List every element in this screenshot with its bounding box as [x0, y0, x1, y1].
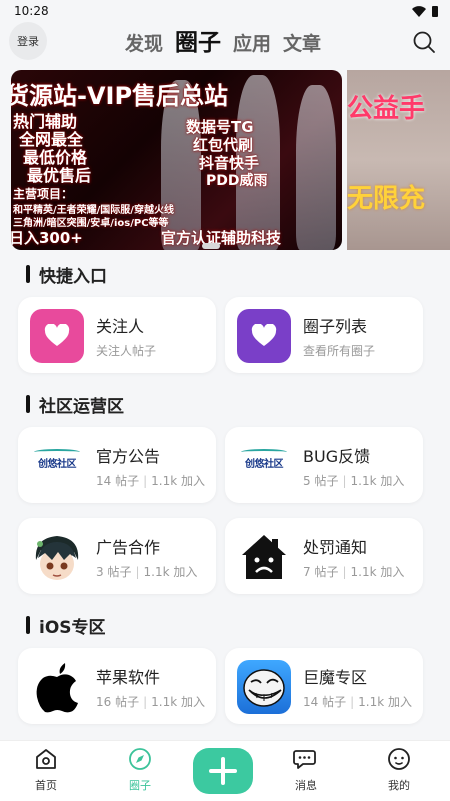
nav-profile[interactable]: 我的	[369, 747, 429, 801]
card-official-announcement[interactable]: 创悠社区 官方公告 14 帖子 | 1.1k 加入	[18, 427, 216, 503]
card-stats: 5 帖子 | 1.1k 加入	[303, 474, 405, 488]
card-stats: 14 帖子 | 1.1k 加入	[96, 474, 205, 488]
trollface-icon	[237, 660, 291, 714]
section-title-quick: 快捷入口	[26, 264, 107, 287]
banner-text: 货源站-VIP售后总站	[11, 82, 229, 110]
card-ad-cooperation[interactable]: 广告合作 3 帖子 | 1.1k 加入	[18, 518, 216, 594]
card-apple-software[interactable]: 苹果软件 16 帖子 | 1.1k 加入	[18, 648, 216, 724]
nav-label: 首页	[35, 779, 57, 792]
banner-text: 日入300+	[11, 229, 83, 247]
banner-figure	[296, 85, 336, 250]
nav-label: 圈子	[129, 779, 151, 792]
heart-icon	[30, 309, 84, 363]
search-icon[interactable]	[412, 30, 436, 54]
card-title: 官方公告	[96, 447, 161, 466]
message-icon	[293, 750, 316, 769]
compass-icon	[129, 748, 151, 770]
chuangyou-logo-icon: 创悠社区	[237, 439, 291, 493]
card-title: 关注人	[96, 317, 145, 336]
card-stats: 16 帖子 | 1.1k 加入	[96, 695, 205, 709]
banner-text: 官方认证辅助科技	[161, 229, 282, 247]
banner-text: 最优售后	[27, 166, 92, 185]
login-button[interactable]: 登录	[9, 22, 47, 60]
card-circle-list[interactable]: 圈子列表 查看所有圈子	[225, 297, 423, 373]
card-stats: 7 帖子 | 1.1k 加入	[303, 565, 405, 579]
status-time: 10:28	[14, 4, 49, 18]
card-title: 巨魔专区	[303, 668, 368, 687]
banner-carousel[interactable]: 货源站-VIP售后总站 热门辅助 全网最全 最低价格 最优售后 数据号TG 红包…	[0, 70, 450, 250]
card-stats: 3 帖子 | 1.1k 加入	[96, 565, 198, 579]
plus-icon	[209, 757, 237, 785]
card-title: 圈子列表	[303, 317, 368, 336]
heart-icon	[237, 309, 291, 363]
anime-avatar-icon	[30, 530, 84, 584]
banner-main-image[interactable]: 货源站-VIP售后总站 热门辅助 全网最全 最低价格 最优售后 数据号TG 红包…	[11, 70, 342, 250]
top-tabs: 发现 圈子 应用 文章	[125, 22, 321, 62]
banner-side-text: 公益手	[347, 94, 426, 124]
card-following[interactable]: 关注人 关注人帖子	[18, 297, 216, 373]
nav-label: 消息	[295, 779, 317, 792]
card-title: 处罚通知	[303, 538, 368, 557]
tab-articles[interactable]: 文章	[283, 29, 321, 62]
section-title-ios: iOS专区	[26, 615, 106, 638]
nav-label: 我的	[388, 779, 410, 792]
profile-icon	[388, 748, 410, 770]
bottom-navigation: 首页 圈子 消息 我的	[0, 740, 450, 801]
add-post-button[interactable]	[193, 748, 253, 794]
banner-indicator	[202, 243, 220, 249]
card-trollstore-zone[interactable]: 巨魔专区 14 帖子 | 1.1k 加入	[225, 648, 423, 724]
card-title: 苹果软件	[96, 668, 161, 687]
card-bug-feedback[interactable]: 创悠社区 BUG反馈 5 帖子 | 1.1k 加入	[225, 427, 423, 503]
card-title: 广告合作	[96, 538, 161, 557]
section-title-community: 社区运营区	[26, 394, 124, 417]
nav-home[interactable]: 首页	[16, 747, 76, 801]
banner-text: 主营项目：	[13, 187, 74, 201]
card-penalty-notice[interactable]: 处罚通知 7 帖子 | 1.1k 加入	[225, 518, 423, 594]
home-icon	[36, 749, 56, 769]
tab-discover[interactable]: 发现	[125, 29, 163, 62]
chuangyou-logo-icon: 创悠社区	[30, 439, 84, 493]
banner-side-text: 无限充	[347, 184, 426, 214]
top-bar: 登录 发现 圈子 应用 文章	[0, 22, 450, 64]
nav-messages[interactable]: 消息	[276, 747, 336, 801]
tab-apps[interactable]: 应用	[233, 29, 271, 62]
card-subtitle: 关注人帖子	[96, 344, 157, 358]
card-title: BUG反馈	[303, 447, 371, 466]
nav-circles[interactable]: 圈子	[110, 747, 170, 801]
wifi-icon	[412, 5, 426, 17]
sad-house-icon	[237, 530, 291, 584]
tab-circles[interactable]: 圈子	[175, 23, 221, 62]
banner-next-image[interactable]: 公益手 无限充	[347, 70, 450, 250]
card-stats: 14 帖子 | 1.1k 加入	[303, 695, 412, 709]
battery-icon	[432, 5, 438, 17]
apple-icon	[30, 660, 84, 714]
card-subtitle: 查看所有圈子	[303, 344, 376, 358]
banner-text: PDD威雨	[206, 173, 268, 189]
status-bar: 10:28	[0, 0, 450, 22]
